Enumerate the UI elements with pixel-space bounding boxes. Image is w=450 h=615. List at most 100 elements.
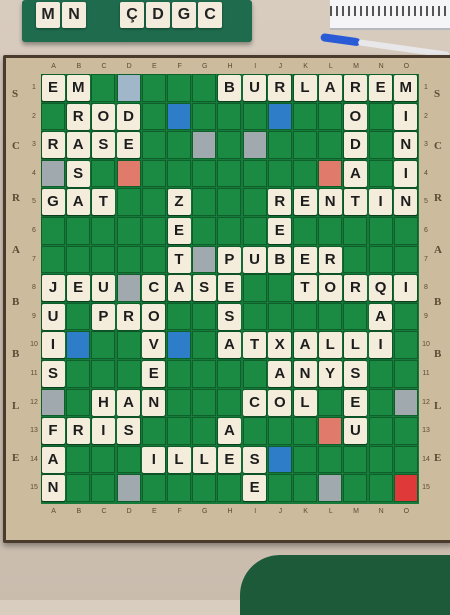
letter-tile[interactable]: S	[217, 303, 241, 330]
letter-tile[interactable]: I	[369, 332, 393, 359]
letter-tile[interactable]: S	[192, 275, 216, 302]
letter-tile[interactable]: U	[91, 275, 115, 302]
letter-tile[interactable]: N	[142, 389, 166, 416]
letter-tile[interactable]: R	[343, 75, 367, 101]
letter-tile[interactable]: T	[243, 332, 267, 359]
letter-tile[interactable]: I	[394, 160, 418, 187]
letter-tile[interactable]: U	[243, 75, 267, 101]
letter-tile[interactable]: O	[268, 389, 292, 416]
letter-tile[interactable]: L	[318, 332, 342, 359]
letter-tile[interactable]: E	[243, 475, 267, 502]
letter-tile[interactable]: N	[394, 132, 418, 159]
rack-tile[interactable]: G	[172, 2, 196, 28]
letter-tile[interactable]: A	[66, 132, 90, 159]
letter-tile[interactable]: A	[343, 160, 367, 187]
letter-tile[interactable]: Z	[167, 189, 191, 216]
letter-tile[interactable]: A	[66, 189, 90, 216]
letter-tile[interactable]: U	[243, 246, 267, 273]
letter-tile[interactable]: P	[91, 303, 115, 330]
letter-tile[interactable]: E	[293, 246, 317, 273]
letter-tile[interactable]: R	[66, 418, 90, 445]
letter-tile[interactable]: R	[41, 132, 65, 159]
letter-tile[interactable]: A	[41, 446, 65, 473]
letter-tile[interactable]: M	[66, 75, 90, 101]
letter-tile[interactable]: A	[117, 389, 141, 416]
letter-tile[interactable]: O	[318, 275, 342, 302]
letter-tile[interactable]: S	[243, 446, 267, 473]
letter-tile[interactable]: N	[318, 189, 342, 216]
letter-tile[interactable]: E	[167, 218, 191, 244]
letter-tile[interactable]: T	[91, 189, 115, 216]
letter-tile[interactable]: B	[268, 246, 292, 273]
letter-tile[interactable]: N	[394, 189, 418, 216]
letter-tile[interactable]: E	[343, 389, 367, 416]
letter-tile[interactable]: P	[217, 246, 241, 273]
letter-tile[interactable]: S	[41, 361, 65, 387]
letter-tile[interactable]: B	[217, 75, 241, 101]
letter-tile[interactable]: R	[66, 103, 90, 130]
letter-tile[interactable]: L	[192, 446, 216, 473]
letter-tile[interactable]: S	[66, 160, 90, 187]
letter-tile[interactable]: E	[369, 75, 393, 101]
letter-tile[interactable]: A	[217, 418, 241, 445]
letter-tile[interactable]: E	[41, 75, 65, 101]
letter-tile[interactable]: X	[268, 332, 292, 359]
letter-tile[interactable]: E	[293, 189, 317, 216]
rack-tile[interactable]: M	[36, 2, 60, 28]
letter-tile[interactable]: A	[293, 332, 317, 359]
letter-tile[interactable]: Y	[318, 361, 342, 387]
letter-tile[interactable]: I	[394, 275, 418, 302]
letter-tile[interactable]: O	[142, 303, 166, 330]
letter-tile[interactable]: N	[293, 361, 317, 387]
letter-tile[interactable]: N	[41, 475, 65, 502]
letter-tile[interactable]: I	[369, 189, 393, 216]
letter-tile[interactable]: C	[243, 389, 267, 416]
letter-tile[interactable]: S	[91, 132, 115, 159]
letter-tile[interactable]: E	[268, 218, 292, 244]
letter-tile[interactable]: D	[343, 132, 367, 159]
letter-tile[interactable]: A	[318, 75, 342, 101]
letter-tile[interactable]: E	[117, 132, 141, 159]
letter-tile[interactable]: A	[268, 361, 292, 387]
letter-tile[interactable]: I	[41, 332, 65, 359]
letter-tile[interactable]: I	[142, 446, 166, 473]
letter-tile[interactable]: T	[167, 246, 191, 273]
letter-tile[interactable]: D	[117, 103, 141, 130]
letter-tile[interactable]: Q	[369, 275, 393, 302]
letter-tile[interactable]: I	[91, 418, 115, 445]
letter-tile[interactable]: S	[343, 361, 367, 387]
rack-tile[interactable]: N	[62, 2, 86, 28]
letter-tile[interactable]: L	[293, 75, 317, 101]
rack-tile[interactable]: D	[146, 2, 170, 28]
letter-tile[interactable]: T	[293, 275, 317, 302]
letter-tile[interactable]: E	[142, 361, 166, 387]
letter-tile[interactable]: F	[41, 418, 65, 445]
letter-tile[interactable]: R	[117, 303, 141, 330]
letter-tile[interactable]: T	[343, 189, 367, 216]
letter-tile[interactable]: J	[41, 275, 65, 302]
letter-tile[interactable]: H	[91, 389, 115, 416]
letter-tile[interactable]: E	[66, 275, 90, 302]
letter-tile[interactable]: A	[369, 303, 393, 330]
letter-tile[interactable]: O	[343, 103, 367, 130]
letter-tile[interactable]: V	[142, 332, 166, 359]
letter-tile[interactable]: G	[41, 189, 65, 216]
rack-tile[interactable]: C	[198, 2, 222, 28]
letter-tile[interactable]: R	[268, 189, 292, 216]
letter-tile[interactable]: E	[217, 446, 241, 473]
letter-tile[interactable]: S	[117, 418, 141, 445]
letter-tile[interactable]: O	[91, 103, 115, 130]
letter-tile[interactable]: L	[343, 332, 367, 359]
letter-tile[interactable]: U	[41, 303, 65, 330]
letter-tile[interactable]: A	[167, 275, 191, 302]
letter-tile[interactable]: A	[217, 332, 241, 359]
letter-tile[interactable]: R	[268, 75, 292, 101]
rack-tile[interactable]: Ç	[120, 2, 144, 28]
letter-tile[interactable]: R	[343, 275, 367, 302]
letter-tile[interactable]: L	[167, 446, 191, 473]
letter-tile[interactable]: M	[394, 75, 418, 101]
letter-tile[interactable]: I	[394, 103, 418, 130]
letter-tile[interactable]: R	[318, 246, 342, 273]
letter-tile[interactable]: U	[343, 418, 367, 445]
letter-tile[interactable]: L	[293, 389, 317, 416]
